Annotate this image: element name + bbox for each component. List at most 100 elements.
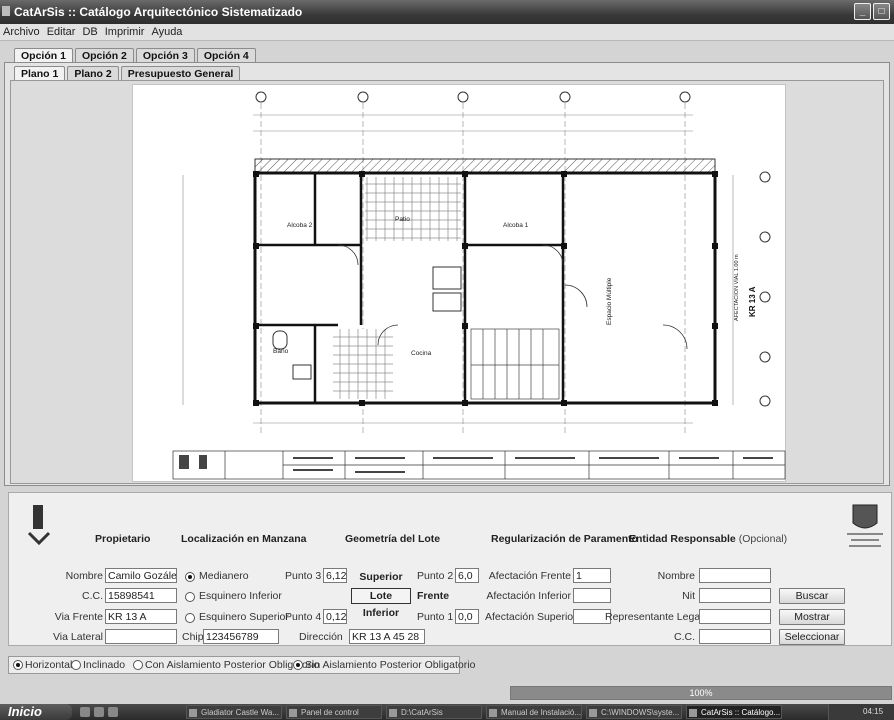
app-icon — [2, 6, 10, 16]
task-panel-control-label: Panel de control — [301, 708, 359, 717]
street-label: KR 13 A — [748, 286, 757, 317]
tab-opcion-1[interactable]: Opción 1 — [14, 48, 73, 63]
header-entidad: Entidad Responsable (Opcional) — [629, 533, 787, 545]
direccion-field[interactable]: KR 13 A 45 28 — [349, 629, 425, 644]
lote-inferior-label: Inferior — [362, 607, 400, 619]
label-direccion: Dirección — [299, 631, 343, 643]
tab-opcion-2[interactable]: Opción 2 — [74, 48, 134, 63]
radio-horizontal[interactable] — [13, 660, 23, 670]
task-windows-system-label: C:\WINDOWS\syste... — [601, 708, 680, 717]
room-cocina: Cocina — [411, 350, 432, 357]
task-catarsis-app[interactable]: CatArSis :: Catálogo... — [686, 705, 782, 719]
menu-imprimir[interactable]: Imprimir — [102, 24, 149, 38]
label-via-frente: Via Frente — [54, 611, 103, 623]
quicklaunch-browser-icon[interactable] — [94, 707, 104, 717]
system-tray: 04:15 — [828, 704, 894, 720]
afectacion-label: AFECTACION VIAL 1.00 m — [734, 254, 740, 321]
task-app-icon — [189, 709, 197, 717]
task-panel-control[interactable]: Panel de control — [286, 705, 382, 719]
radio-esquinero-superior[interactable] — [185, 613, 195, 623]
via-lateral-field[interactable] — [105, 629, 177, 644]
room-patio: Patio — [395, 216, 410, 223]
label-medianero: Medianero — [199, 570, 249, 582]
cc-field[interactable]: 15898541 — [105, 588, 177, 603]
radio-sin-aislamiento[interactable] — [293, 660, 303, 670]
label-afectacion-superior: Afectación Superior — [485, 611, 577, 623]
radio-inclinado[interactable] — [71, 660, 81, 670]
task-terminal-icon — [589, 709, 597, 717]
label-punto-4: Punto 4 — [285, 611, 322, 623]
label-sin-aislamiento: Sin Aislamiento Posterior Obligatorio — [305, 659, 476, 671]
lote-frente-label: Frente — [417, 590, 450, 602]
entidad-cc-field[interactable] — [699, 629, 771, 644]
plan-tabs: Plano 1 Plano 2 Presupuesto General — [14, 66, 242, 81]
radio-con-aislamiento[interactable] — [133, 660, 143, 670]
task-folder-icon — [289, 709, 297, 717]
punto-1-field[interactable]: 0,0 — [455, 609, 479, 624]
nit-field[interactable] — [699, 588, 771, 603]
minimize-icon[interactable]: _ — [854, 3, 871, 20]
title-bar: CatArSis :: Catálogo Arquitectónico Sist… — [0, 0, 894, 24]
radio-esquinero-inferior[interactable] — [185, 592, 195, 602]
clock: 04:15 — [863, 707, 884, 716]
header-propietario: Propietario — [95, 533, 151, 545]
label-inclinado: Inclinado — [83, 659, 126, 671]
task-catarsis-folder-label: D:\CatArSis — [401, 708, 443, 717]
menu-archivo[interactable]: Archivo — [0, 24, 44, 38]
tab-presupuesto[interactable]: Presupuesto General — [120, 66, 241, 81]
task-folder-icon — [389, 709, 397, 717]
menu-ayuda[interactable]: Ayuda — [148, 24, 186, 38]
start-button[interactable]: Inicio — [0, 704, 72, 720]
label-nit: Nit — [682, 590, 695, 602]
entidad-nombre-field[interactable] — [699, 568, 771, 583]
entidad-optional: (Opcional) — [738, 533, 788, 545]
nombre-field[interactable]: Camilo Gozález — [105, 568, 177, 583]
menu-editar[interactable]: Editar — [44, 24, 80, 38]
quicklaunch-media-icon[interactable] — [108, 707, 118, 717]
label-afectacion-frente: Afectación Frente — [488, 570, 571, 582]
mostrar-button[interactable]: Mostrar — [779, 609, 845, 625]
seleccionar-button[interactable]: Seleccionar — [779, 629, 845, 645]
tab-plano-1[interactable]: Plano 1 — [14, 66, 66, 81]
label-punto-1: Punto 1 — [417, 611, 454, 623]
label-punto-2: Punto 2 — [417, 570, 454, 582]
punto-2-field[interactable]: 6,0 — [455, 568, 479, 583]
options-bar: Horizontal Inclinado Con Aislamiento Pos… — [8, 656, 475, 674]
label-esquinero-superior: Esquinero Superior — [199, 611, 289, 623]
room-espacio-multiple: Espacio Múltiple — [606, 277, 613, 325]
menu-db[interactable]: DB — [79, 24, 101, 38]
task-manual-label: Manual de Instalació... — [501, 708, 582, 717]
radio-medianero[interactable] — [185, 572, 195, 582]
punto-4-field[interactable]: 0,12 — [323, 609, 347, 624]
lote-box: Lote — [351, 588, 411, 604]
punto-3-field[interactable]: 6,12 — [323, 568, 347, 583]
label-chip: Chip — [182, 631, 204, 643]
menu-bar: Archivo Editar DB Imprimir Ayuda — [0, 24, 894, 41]
task-gladiator[interactable]: Gladiator Castle Wa... — [186, 705, 282, 719]
room-bano: Baño — [273, 348, 289, 355]
chip-field[interactable]: 123456789 — [203, 629, 279, 644]
buscar-button[interactable]: Buscar — [779, 588, 845, 604]
maximize-icon[interactable]: □ — [873, 3, 890, 20]
quicklaunch-desktop-icon[interactable] — [80, 707, 90, 717]
task-catarsis-folder[interactable]: D:\CatArSis — [386, 705, 482, 719]
task-catarsis-app-label: CatArSis :: Catálogo... — [701, 708, 781, 717]
tab-plano-2[interactable]: Plano 2 — [67, 66, 119, 81]
taskbar: Inicio Gladiator Castle Wa... Panel de c… — [0, 704, 894, 720]
task-windows-system[interactable]: C:\WINDOWS\syste... — [586, 705, 682, 719]
room-alcoba-2: Alcoba 2 — [287, 222, 313, 229]
header-localizacion: Localización en Manzana — [181, 533, 307, 545]
header-regularizacion: Regularización de Paramento — [491, 533, 639, 545]
floor-plan-svg: Alcoba 2 Patio Alcoba 1 Baño Cocina Espa… — [172, 91, 786, 480]
via-frente-field[interactable]: KR 13 A — [105, 609, 177, 624]
tab-opcion-4[interactable]: Opción 4 — [196, 48, 256, 63]
lote-superior-label: Superior — [359, 571, 403, 583]
header-geometria: Geometría del Lote — [345, 533, 441, 545]
progress-label: 100% — [689, 688, 713, 698]
representante-legal-field[interactable] — [699, 609, 771, 624]
room-alcoba-1: Alcoba 1 — [503, 222, 529, 229]
option-tabs: Opción 1 Opción 2 Opción 3 Opción 4 — [14, 48, 258, 63]
label-esquinero-inferior: Esquinero Inferior — [199, 590, 282, 602]
tab-opcion-3[interactable]: Opción 3 — [135, 48, 195, 63]
task-manual[interactable]: Manual de Instalació... — [486, 705, 582, 719]
